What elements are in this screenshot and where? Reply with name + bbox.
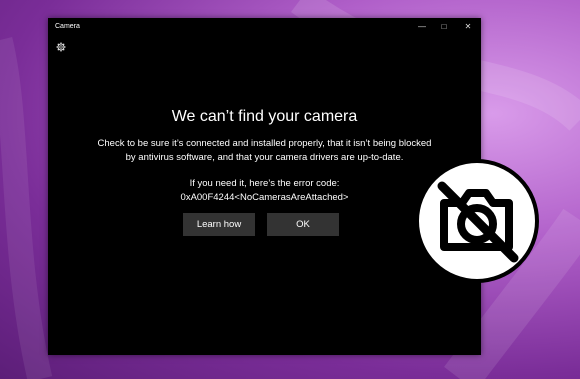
description-line-2: by antivirus software, and that your cam…: [125, 152, 404, 163]
gear-icon[interactable]: [56, 42, 66, 52]
error-heading: We can’t find your camera: [171, 108, 358, 125]
close-icon[interactable]: ✕: [456, 18, 480, 36]
error-description: Check to be sure it’s connected and inst…: [68, 137, 461, 165]
maximize-icon[interactable]: □: [432, 18, 456, 36]
title-bar[interactable]: Camera — □ ✕: [48, 18, 481, 36]
camera-off-icon: [415, 159, 539, 283]
window-title: Camera: [55, 23, 80, 30]
description-line-1: Check to be sure it’s connected and inst…: [97, 138, 432, 149]
ok-button[interactable]: OK: [267, 213, 339, 236]
minimize-icon[interactable]: —: [410, 18, 434, 36]
learn-how-button[interactable]: Learn how: [183, 213, 255, 236]
